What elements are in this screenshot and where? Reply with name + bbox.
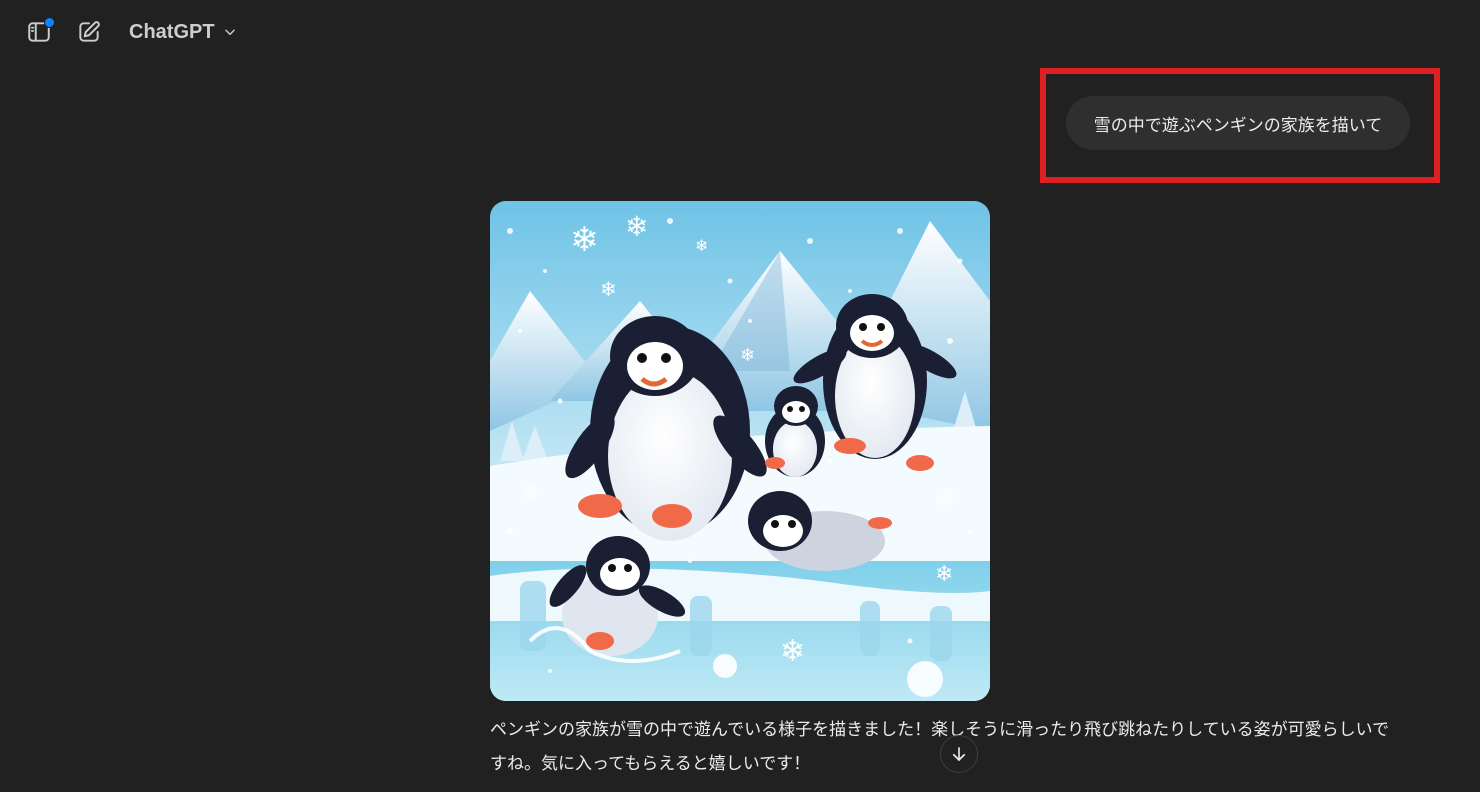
model-name: ChatGPT bbox=[129, 20, 215, 43]
scroll-to-bottom-button[interactable] bbox=[940, 735, 978, 773]
svg-text:❄: ❄ bbox=[600, 277, 617, 301]
chat-page: ChatGPT 雪の中で遊ぶペンギンの家族を描いて ❄ ❄ ❄ ❄ ❄ ❄ ❄ … bbox=[0, 0, 1480, 792]
new-chat-button[interactable] bbox=[71, 14, 107, 50]
notification-dot bbox=[44, 17, 55, 28]
svg-text:❄: ❄ bbox=[625, 210, 648, 243]
chevron-down-icon bbox=[224, 29, 235, 36]
edit-icon bbox=[79, 21, 100, 42]
svg-text:❄: ❄ bbox=[780, 634, 805, 669]
svg-text:❄: ❄ bbox=[740, 345, 755, 366]
sidebar-toggle-button[interactable] bbox=[21, 14, 57, 50]
user-message-text: 雪の中で遊ぶペンギンの家族を描いて bbox=[1093, 115, 1383, 136]
arrow-down-icon bbox=[952, 747, 966, 761]
user-message-bubble: 雪の中で遊ぶペンギンの家族を描いて bbox=[1066, 96, 1410, 150]
svg-text:❄: ❄ bbox=[570, 220, 599, 260]
model-selector[interactable]: ChatGPT bbox=[121, 14, 245, 50]
penguin-family-illustration: ❄ ❄ ❄ ❄ ❄ ❄ ❄ bbox=[490, 201, 990, 701]
svg-text:❄: ❄ bbox=[935, 562, 953, 587]
top-bar: ChatGPT bbox=[0, 0, 1480, 64]
svg-text:❄: ❄ bbox=[695, 236, 708, 255]
generated-image[interactable]: ❄ ❄ ❄ ❄ ❄ ❄ ❄ bbox=[490, 201, 990, 701]
